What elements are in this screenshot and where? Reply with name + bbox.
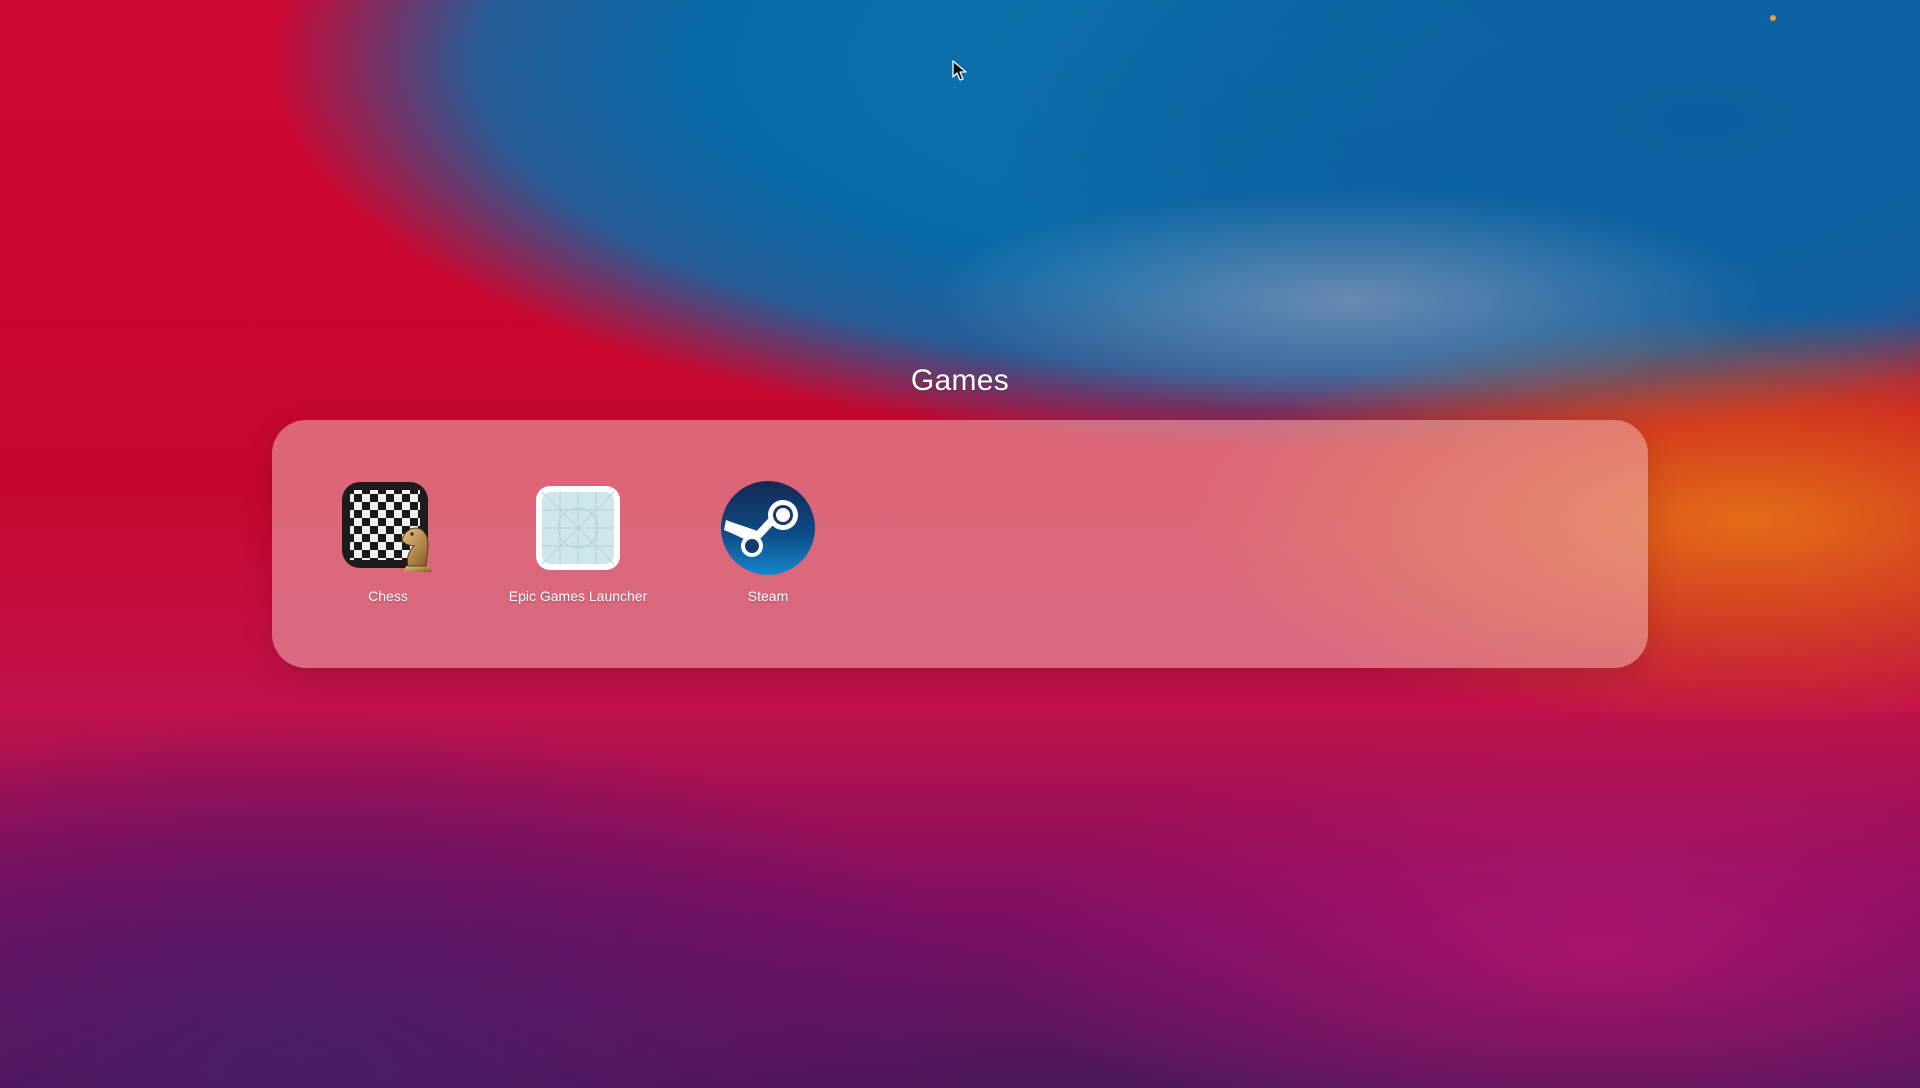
app-label: Steam <box>747 588 789 604</box>
app-label: Epic Games Launcher <box>508 588 648 604</box>
app-chess[interactable]: Chess <box>303 480 473 604</box>
chess-icon <box>342 482 432 572</box>
mouse-cursor-icon <box>952 60 967 81</box>
steam-icon <box>721 481 815 575</box>
app-epic-games-launcher[interactable]: Epic Games Launcher <box>493 480 663 604</box>
folder-title[interactable]: Games <box>0 364 1920 398</box>
app-steam[interactable]: Steam <box>683 480 853 604</box>
launchpad-folder: Chess Epic Games Launcher Steam <box>272 420 1648 668</box>
app-label: Chess <box>368 588 408 604</box>
epic-games-icon <box>536 486 620 570</box>
desktop[interactable]: Games Chess Epic Games Launcher Steam <box>0 0 1920 1088</box>
status-dot <box>1770 15 1776 21</box>
